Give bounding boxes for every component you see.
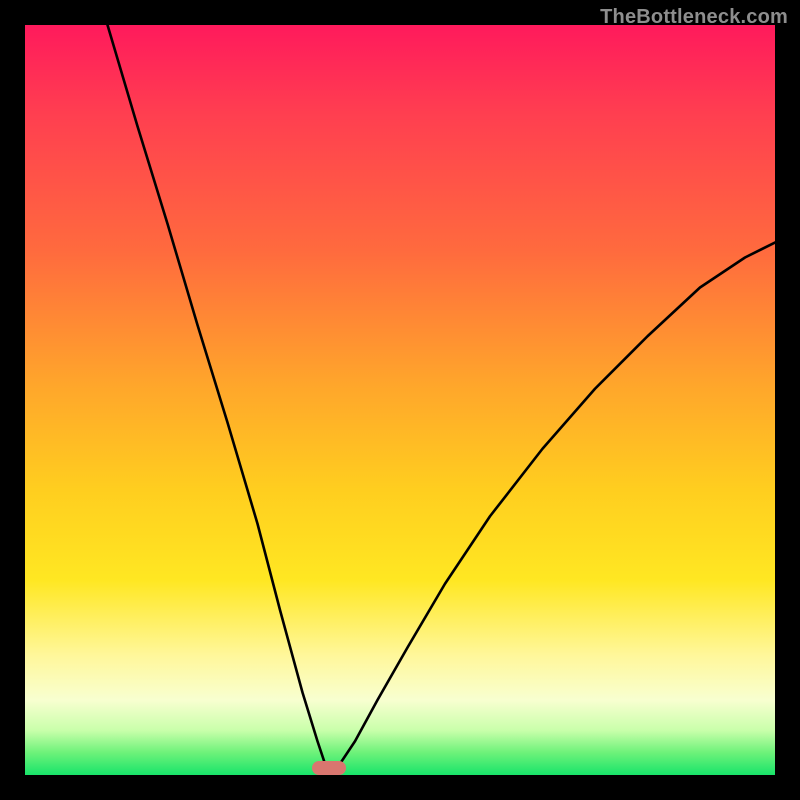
curve-svg	[25, 25, 775, 775]
bottleneck-curve	[108, 25, 776, 771]
chart-canvas: TheBottleneck.com	[0, 0, 800, 800]
plot-area	[25, 25, 775, 775]
bottleneck-marker	[312, 761, 346, 775]
watermark-text: TheBottleneck.com	[600, 6, 788, 29]
